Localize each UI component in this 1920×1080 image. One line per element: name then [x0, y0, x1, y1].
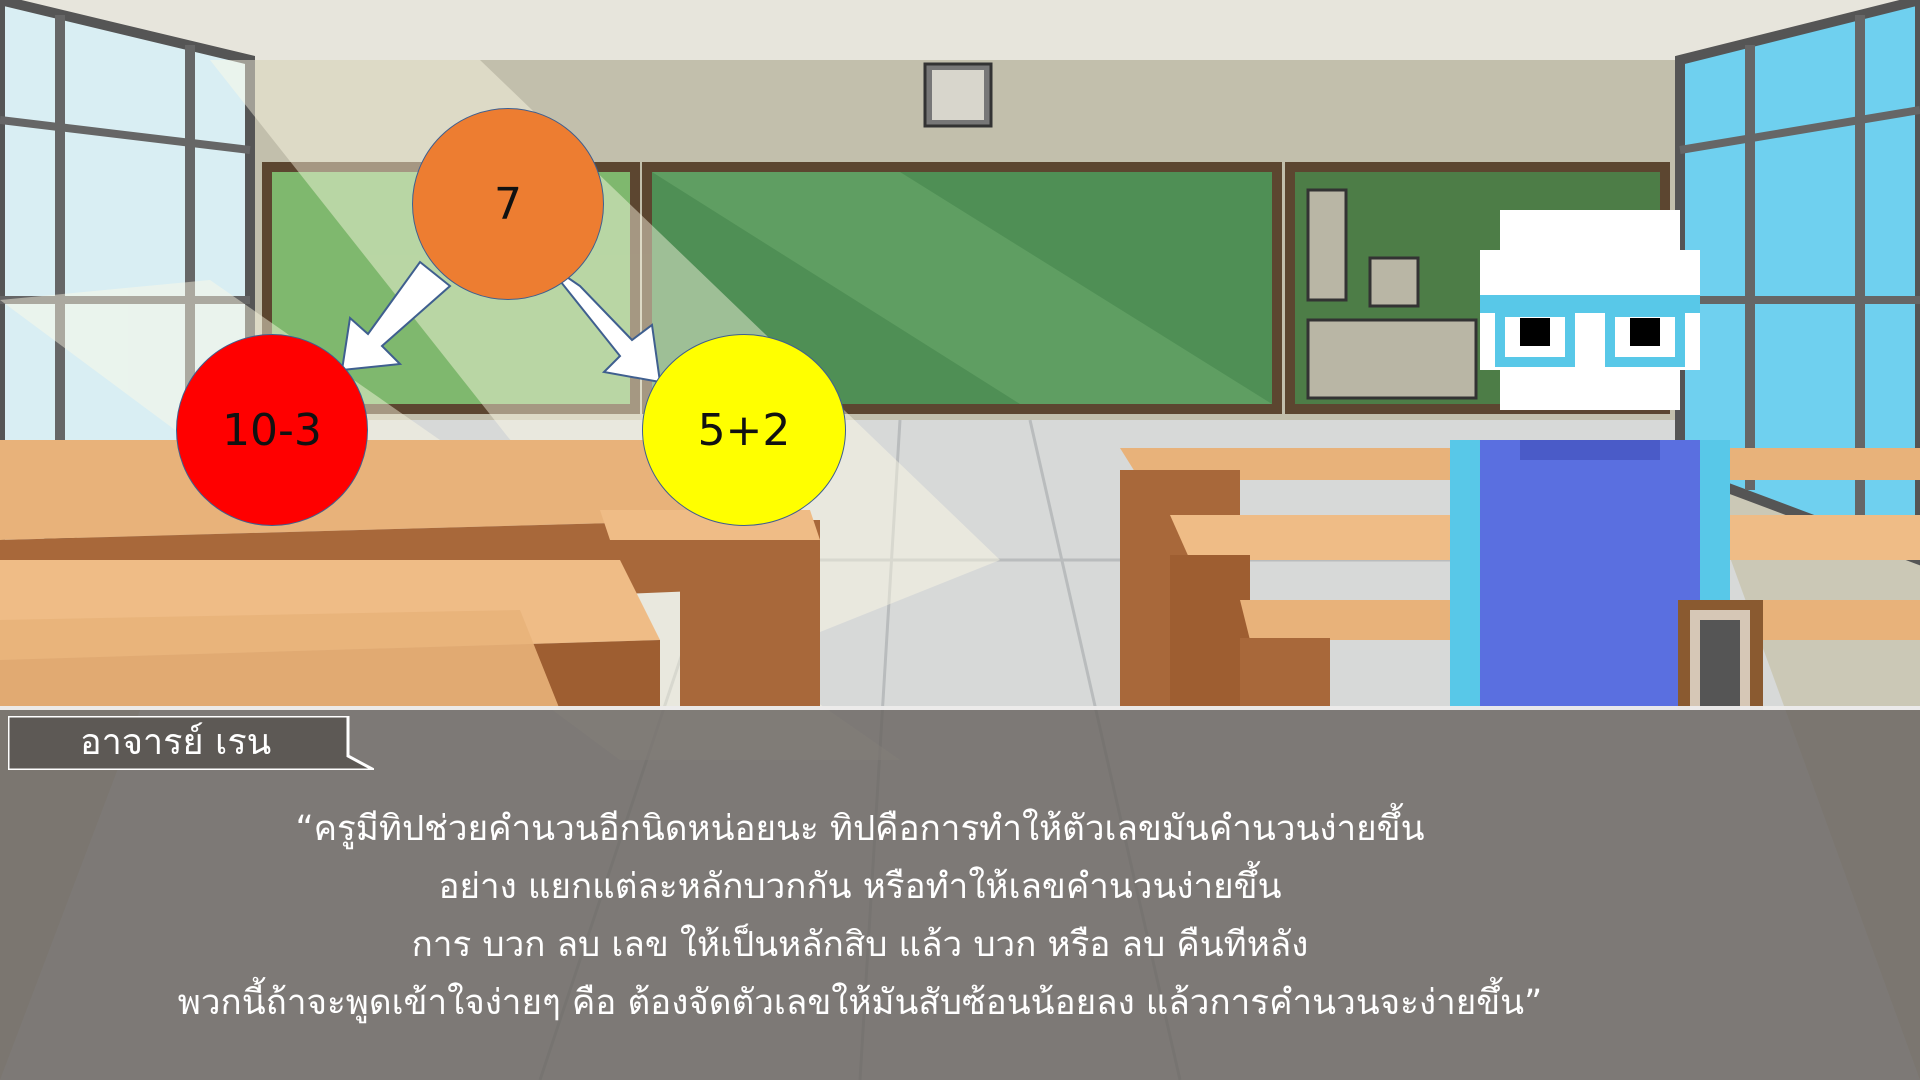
top-number-label: 7 [494, 178, 522, 230]
right-number-circle: 5+2 [642, 334, 846, 526]
dialog-text: “ครูมีทิปช่วยคำนวนอีกนิดหน่อยนะ ทิปคือกา… [20, 800, 1700, 1032]
left-number-label: 10-3 [222, 404, 322, 456]
speaker-name: อาจารย์ เรน [80, 722, 272, 763]
dialog-line: “ครูมีทิปช่วยคำนวนอีกนิดหน่อยนะ ทิปคือกา… [295, 809, 1425, 849]
dialog-top-border [0, 706, 1920, 710]
dialog-line: พวกนี้ถ้าจะพูดเข้าใจง่ายๆ คือ ต้องจัดตัว… [177, 983, 1543, 1023]
dialog-line: การ บวก ลบ เลข ให้เป็นหลักสิบ แล้ว บวก ห… [411, 925, 1309, 965]
left-arrow-icon [340, 260, 452, 372]
top-number-circle: 7 [412, 108, 604, 300]
right-number-label: 5+2 [697, 404, 791, 456]
left-number-circle: 10-3 [176, 334, 368, 526]
dialog-line: อย่าง แยกแต่ละหลักบวกกัน หรือทำให้เลขคำน… [438, 867, 1282, 907]
